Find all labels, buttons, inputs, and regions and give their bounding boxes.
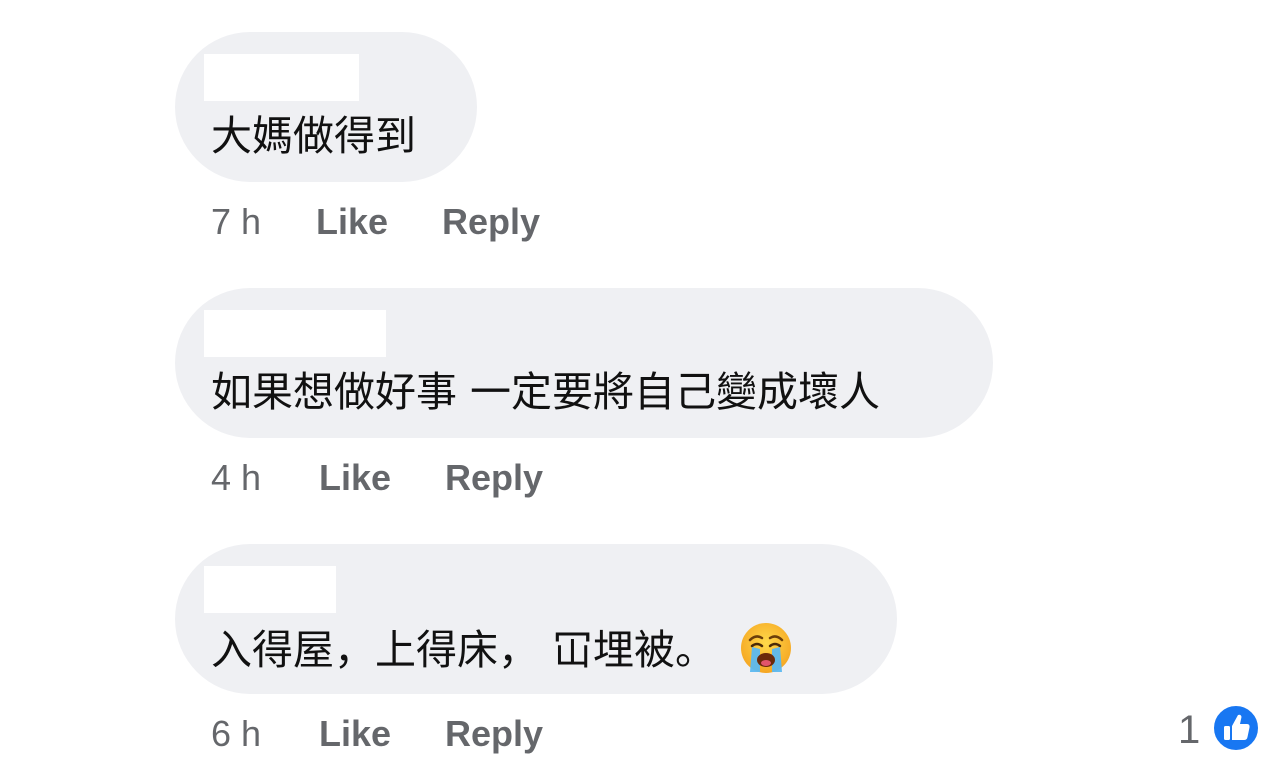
thumbs-up-icon (1212, 704, 1260, 752)
comment-timestamp: 4 h (211, 457, 262, 498)
comment-bubble: 大媽做得到 (175, 32, 477, 182)
comment-text: 如果想做好事 一定要將自己變成壞人 (211, 368, 881, 416)
reply-button[interactable]: Reply (445, 712, 543, 756)
redacted-author-name (204, 310, 386, 357)
comment-text: 入得屋，上得床， 冚埋被。 (211, 622, 792, 676)
comment-text: 大媽做得到 (211, 112, 416, 160)
comment-timestamp: 7 h (211, 201, 262, 242)
comment-text-content: 入得屋，上得床， 冚埋被。 (211, 626, 717, 674)
like-button[interactable]: Like (316, 200, 388, 244)
comment-timestamp: 6 h (211, 713, 262, 754)
like-button[interactable]: Like (319, 456, 391, 500)
comment-bubble: 入得屋，上得床， 冚埋被。 (175, 544, 897, 694)
reaction-count: 1 (1178, 708, 1201, 752)
reply-button[interactable]: Reply (445, 456, 543, 500)
redacted-author-name (204, 566, 336, 613)
crying-face-icon (740, 622, 792, 674)
like-button[interactable]: Like (319, 712, 391, 756)
comment-bubble: 如果想做好事 一定要將自己變成壞人 (175, 288, 993, 438)
reply-button[interactable]: Reply (442, 200, 540, 244)
redacted-author-name (204, 54, 359, 101)
